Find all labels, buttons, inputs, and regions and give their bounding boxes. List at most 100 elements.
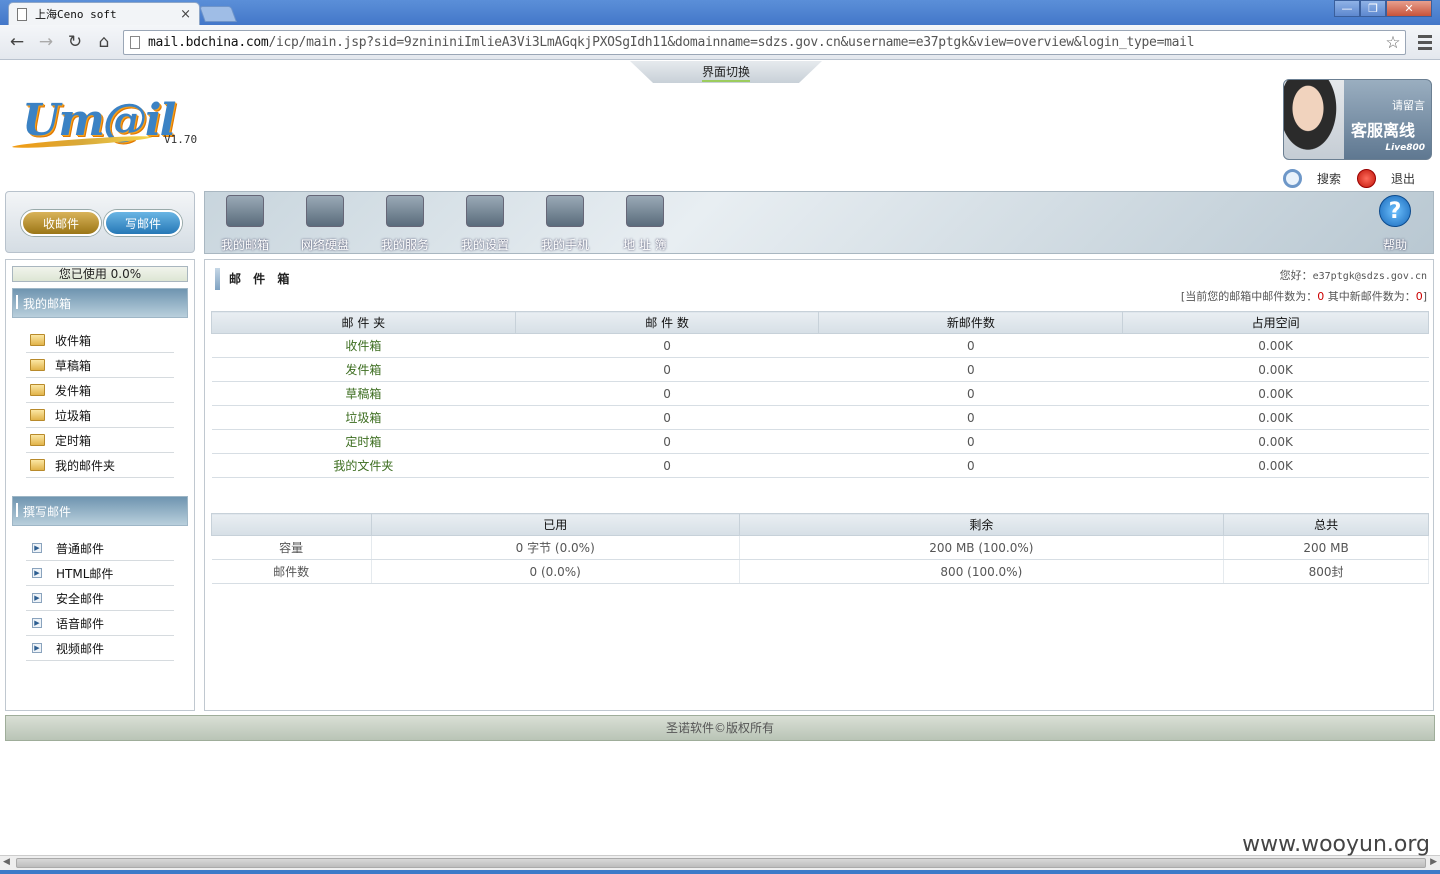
live800-label: Live800: [1385, 143, 1425, 153]
sidebar-item-drafts[interactable]: 草稿箱: [26, 353, 174, 378]
sidebar-item-trash[interactable]: 垃圾箱: [26, 403, 174, 428]
footer-copyright: 圣诺软件©版权所有: [5, 715, 1435, 741]
browser-titlebar: 上海Ceno soft × — ❐ ✕: [0, 0, 1440, 25]
maximize-button[interactable]: ❐: [1360, 0, 1386, 17]
sidebar-item-inbox[interactable]: 收件箱: [26, 328, 174, 353]
scroll-left-icon[interactable]: ◀: [3, 857, 10, 867]
new-tab-button[interactable]: [199, 6, 237, 22]
sidebar-item-voice-mail[interactable]: ▶ 语音邮件: [26, 611, 174, 636]
folder-icon: [30, 334, 45, 346]
nav-my-services[interactable]: 我的服务: [370, 192, 440, 254]
folder-link[interactable]: 定时箱: [211, 429, 516, 454]
column-header: 已用: [370, 513, 740, 536]
table-cell: 0: [818, 333, 1123, 358]
table-cell: 200 MB: [1223, 535, 1429, 560]
close-window-button[interactable]: ✕: [1386, 0, 1432, 17]
browser-tab[interactable]: 上海Ceno soft ×: [8, 2, 200, 25]
power-icon: [1357, 169, 1376, 188]
table-row: 容量 0 字节 (0.0%) 200 MB (100.0%) 200 MB: [211, 535, 1429, 560]
my-mailbox-header[interactable]: 我的邮箱: [12, 288, 188, 318]
greeting-user: e37ptgk@sdzs.gov.cn: [1312, 271, 1427, 282]
url-text[interactable]: mail.bdchina.com/icp/main.jsp?sid=9znini…: [148, 35, 1381, 50]
table-row: 垃圾箱 0 0 0.00K: [211, 405, 1429, 430]
nav-my-settings[interactable]: 我的设置: [450, 192, 520, 254]
browser-menu-icon[interactable]: [1418, 33, 1432, 51]
logout-link[interactable]: 退出: [1357, 169, 1415, 188]
sidebar-item-html-mail[interactable]: ▶ HTML邮件: [26, 561, 174, 586]
sidebar-item-secure-mail[interactable]: ▶ 安全邮件: [26, 586, 174, 611]
live-support-banner[interactable]: 请留言 客服离线 Live800: [1283, 79, 1432, 160]
table-cell: 邮件数: [211, 559, 372, 584]
support-status-label: 客服离线: [1350, 121, 1415, 140]
help-icon: ?: [1379, 195, 1411, 227]
bullet-icon: ▶: [32, 618, 42, 628]
table-cell: 0: [818, 405, 1123, 430]
table-row: 发件箱 0 0 0.00K: [211, 357, 1429, 382]
compose-header[interactable]: 撰写邮件: [12, 496, 188, 526]
sidebar-item-scheduled[interactable]: 定时箱: [26, 428, 174, 453]
table-cell: 0: [515, 429, 819, 454]
nav-label: 我的设置: [460, 238, 509, 252]
interface-switch-button[interactable]: 界面切换: [630, 61, 822, 83]
table-cell: 0: [818, 429, 1123, 454]
table-row: 我的文件夹 0 0 0.00K: [211, 453, 1429, 478]
home-icon[interactable]: ⌂: [93, 31, 115, 53]
sidebar-item-video-mail[interactable]: ▶ 视频邮件: [26, 636, 174, 661]
minimize-button[interactable]: —: [1334, 0, 1360, 17]
sidebar-item-label: 我的邮件夹: [55, 458, 116, 473]
compose-list: ▶ 普通邮件 ▶ HTML邮件 ▶ 安全邮件 ▶ 语音邮件 ▶ 视频邮件: [26, 536, 174, 661]
table-cell: 0 字节 (0.0%): [371, 535, 740, 560]
column-header: 新邮件数: [818, 311, 1124, 334]
nav-help[interactable]: ? 帮助: [1360, 192, 1430, 254]
table-cell: 0.00K: [1122, 429, 1429, 454]
folder-link[interactable]: 垃圾箱: [211, 405, 516, 430]
tab-close-icon[interactable]: ×: [180, 7, 191, 22]
search-link[interactable]: 搜索: [1283, 169, 1341, 188]
sidebar-item-label: 安全邮件: [56, 591, 105, 606]
mailbox-list: 收件箱 草稿箱 发件箱 垃圾箱 定时箱 我的邮件夹: [26, 328, 174, 478]
nav-label: 我的手机: [540, 238, 589, 252]
bullet-icon: ▶: [32, 568, 42, 578]
column-header: 邮 件 夹: [211, 311, 516, 334]
folder-link[interactable]: 我的文件夹: [211, 453, 516, 478]
greeting: 您好：e37ptgk@sdzs.gov.cn [当前您的邮箱中邮件数为： 0 其中…: [1181, 266, 1427, 307]
receive-mail-button[interactable]: 收邮件: [21, 210, 101, 236]
folder-link[interactable]: 收件箱: [211, 333, 516, 358]
folder-link[interactable]: 发件箱: [211, 357, 516, 382]
nav-my-mailbox[interactable]: 我的邮箱: [210, 192, 280, 254]
horizontal-scrollbar[interactable]: ◀ ▶: [0, 855, 1440, 870]
address-bar[interactable]: mail.bdchina.com/icp/main.jsp?sid=9znini…: [123, 30, 1406, 55]
sidebar-item-sent[interactable]: 发件箱: [26, 378, 174, 403]
table-cell: 0.00K: [1122, 405, 1429, 430]
bullet-icon: ▶: [32, 643, 42, 653]
nav-network-disk[interactable]: 网络硬盘: [290, 192, 360, 254]
nav-label: 我的邮箱: [220, 238, 269, 252]
search-icon: [1283, 169, 1302, 188]
back-icon[interactable]: ←: [6, 31, 28, 53]
sidebar-item-label: 语音邮件: [56, 616, 105, 631]
folder-link[interactable]: 草稿箱: [211, 381, 516, 406]
nav-my-phone[interactable]: 我的手机: [530, 192, 600, 254]
write-mail-button[interactable]: 写邮件: [104, 210, 182, 236]
bookmark-star-icon[interactable]: ☆: [1381, 33, 1405, 53]
mailbox-icon: [226, 195, 264, 227]
table-row: 定时箱 0 0 0.00K: [211, 429, 1429, 454]
forward-icon[interactable]: →: [35, 31, 57, 53]
disk-icon: [306, 195, 344, 227]
tab-title: 上海Ceno soft: [35, 8, 117, 21]
sidebar-item-my-folders[interactable]: 我的邮件夹: [26, 453, 174, 478]
scroll-right-icon[interactable]: ▶: [1430, 857, 1437, 867]
services-icon: [386, 195, 424, 227]
quota-table: 已用 剩余 总共 容量 0 字节 (0.0%) 200 MB (100.0%) 200…: [211, 513, 1429, 584]
sidebar-item-plain-mail[interactable]: ▶ 普通邮件: [26, 536, 174, 561]
version-label: V1.70: [164, 133, 198, 146]
nav-label: 地 址 簿: [623, 238, 667, 252]
scrollbar-thumb[interactable]: [16, 858, 1426, 868]
reload-icon[interactable]: ↻: [64, 31, 86, 53]
folder-icon: [30, 459, 45, 471]
column-header: 剩余: [738, 513, 1225, 536]
nav-label: 我的服务: [380, 238, 429, 252]
nav-address-book[interactable]: 地 址 簿: [610, 192, 680, 254]
table-cell: 0: [515, 381, 819, 406]
sidebar-item-label: 普通邮件: [56, 541, 105, 556]
